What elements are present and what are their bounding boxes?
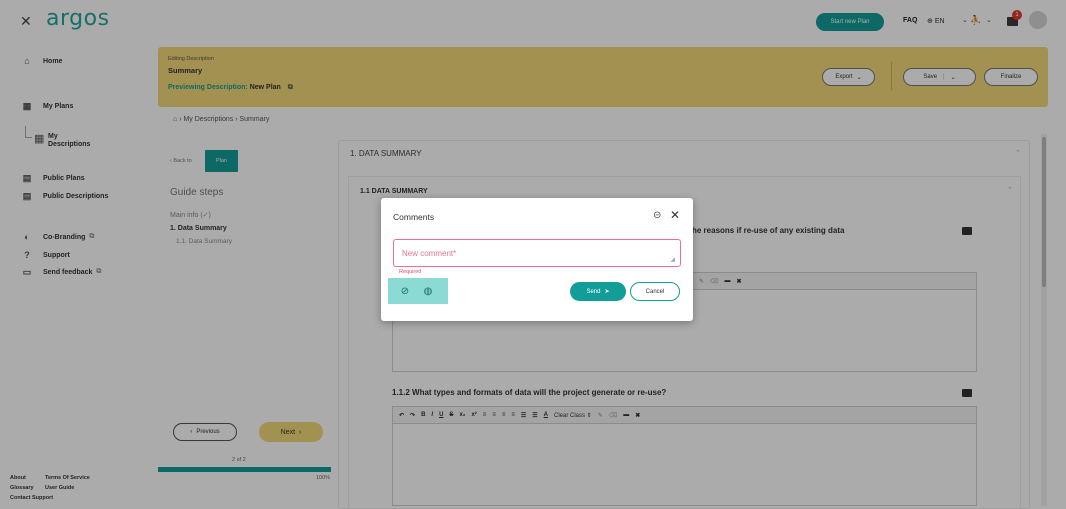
- send-label: Send: [586, 288, 601, 295]
- link-icon[interactable]: ⊝: [653, 210, 661, 221]
- close-icon[interactable]: ✕: [670, 208, 680, 222]
- comment-placeholder: New comment*: [402, 249, 457, 258]
- public-visibility-icon[interactable]: ◍: [418, 282, 438, 301]
- send-button[interactable]: Send ➤: [570, 282, 626, 301]
- required-error: Required: [399, 269, 422, 275]
- comments-dialog: Comments ⊝ ✕ New comment* ◢ Required ⊘ ◍…: [381, 198, 693, 321]
- resize-handle-icon[interactable]: ◢: [670, 256, 675, 263]
- send-icon: ➤: [604, 289, 610, 295]
- cancel-button[interactable]: Cancel: [630, 282, 680, 301]
- dialog-title: Comments: [393, 212, 435, 222]
- comment-input[interactable]: New comment* ◢: [393, 239, 681, 267]
- hidden-visibility-icon[interactable]: ⊘: [395, 282, 415, 301]
